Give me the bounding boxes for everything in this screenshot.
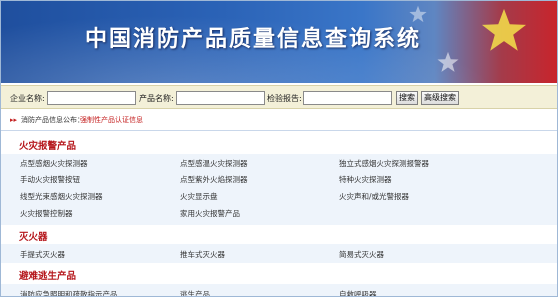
product-link[interactable]: 简易式灭火器 [339,249,384,260]
breadcrumb-root-link[interactable]: 消防产品信息公布： [21,111,84,129]
category-title-evacuation: 避难逃生产品 [19,271,77,282]
company-name-input[interactable] [47,91,136,105]
product-link[interactable]: 手提式灭火器 [20,249,65,260]
search-bar: 企业名称: 产品名称: 检验报告: 搜索 高级搜索 [1,85,557,109]
category-panel-extinguisher [1,244,557,263]
report-input[interactable] [303,91,392,105]
product-link[interactable]: 线型光束感烟火灾探测器 [20,191,103,202]
advanced-search-button[interactable]: 高级搜索 [421,91,459,105]
star-icon [437,51,459,73]
breadcrumb: ▸▸ 消防产品信息公布： 强制性产品认证信息 [1,111,557,129]
product-link[interactable]: 特种火灾探测器 [339,174,392,185]
product-link[interactable]: 消防应急照明和疏散指示产品 [20,289,118,296]
category-title-extinguisher: 灭火器 [19,232,48,243]
company-label: 企业名称: [10,94,45,103]
page-title: 中国消防产品质量信息查询系统 [85,27,422,52]
divider [1,130,557,131]
search-button[interactable]: 搜索 [396,91,418,105]
product-link[interactable]: 火灾显示盘 [180,191,218,202]
category-title-fire-alarm: 火灾报警产品 [19,141,77,152]
product-link[interactable]: 点型紫外火焰探测器 [180,174,248,185]
product-link[interactable]: 独立式感烟火灾探测报警器 [339,158,429,169]
product-link[interactable]: 手动火灾报警按钮 [20,174,80,185]
report-label: 检验报告: [267,94,302,103]
product-link[interactable]: 点型感烟火灾探测器 [20,158,88,169]
product-link[interactable]: 自救呼吸器 [339,289,377,296]
product-link[interactable]: 火灾报警控制器 [20,208,73,219]
product-link[interactable]: 推车式灭火器 [180,249,225,260]
product-link[interactable]: 火灾声和/或光警报器 [339,191,409,202]
header-banner: 中国消防产品质量信息查询系统 [1,1,557,83]
product-link[interactable]: 逃生产品 [180,289,210,296]
product-name-input[interactable] [176,91,265,105]
product-link[interactable]: 家用火灾报警产品 [180,208,240,219]
product-label: 产品名称: [139,94,174,103]
page: 中国消防产品质量信息查询系统 企业名称: 产品名称: 检验报告: 搜索 高级搜索… [0,0,558,297]
product-link[interactable]: 点型感温火灾探测器 [180,158,248,169]
star-icon [481,7,527,53]
breadcrumb-current[interactable]: 强制性产品认证信息 [80,111,143,129]
breadcrumb-arrow-icon: ▸▸ [10,116,18,124]
